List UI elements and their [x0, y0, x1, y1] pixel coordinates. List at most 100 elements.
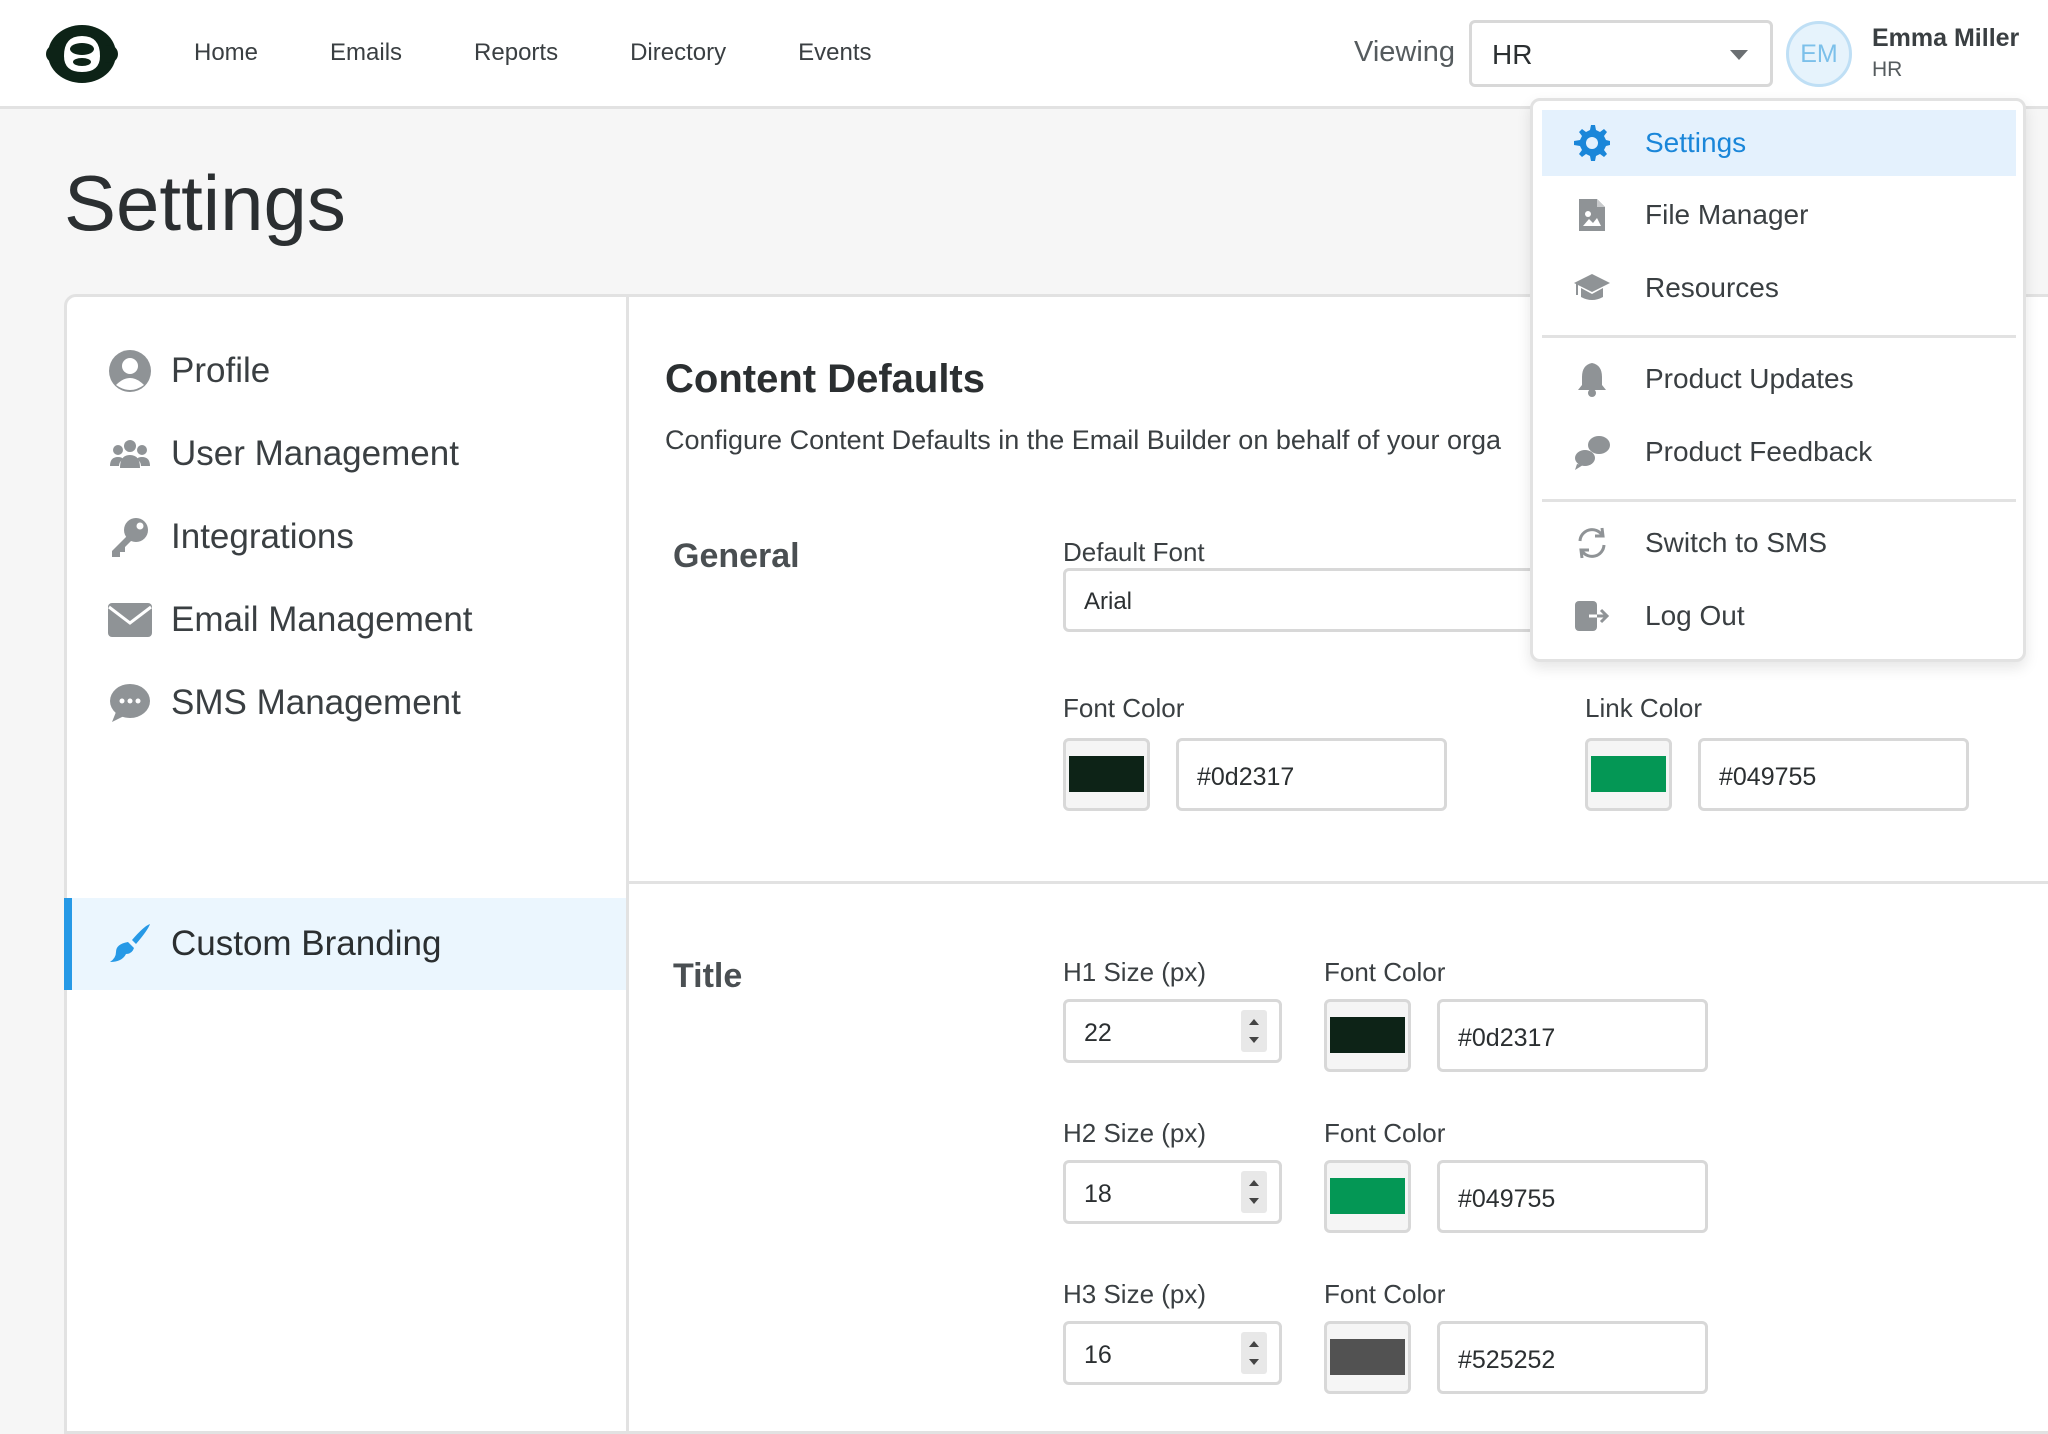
logo-icon[interactable]: [44, 22, 120, 86]
menu-divider: [1542, 499, 2016, 502]
general-group-title: General: [673, 537, 800, 575]
menu-item-label: Settings: [1645, 127, 1747, 158]
h3-color-swatch[interactable]: [1324, 1321, 1411, 1394]
section-divider: [629, 881, 2048, 884]
h3-size-value: 16: [1084, 1341, 1112, 1369]
user-org: HR: [1872, 58, 1903, 81]
h1-font-color-label: Font Color: [1324, 957, 1446, 987]
title-group-title: Title: [673, 957, 743, 995]
menu-item-settings[interactable]: Settings: [1542, 110, 2016, 176]
user-circle-icon: [107, 348, 153, 394]
h1-color-swatch[interactable]: [1324, 999, 1411, 1072]
default-font-value: Arial: [1084, 588, 1133, 615]
menu-item-file-manager[interactable]: File Manager: [1542, 182, 2016, 248]
menu-item-label: Switch to SMS: [1645, 527, 1828, 558]
color-fill: [1591, 756, 1666, 792]
nav-events[interactable]: Events: [798, 39, 871, 67]
graduation-cap-icon: [1572, 268, 1612, 308]
envelope-icon: [107, 597, 153, 643]
sidebar-item-sms-management[interactable]: SMS Management: [67, 657, 626, 749]
number-stepper[interactable]: [1241, 1332, 1267, 1374]
font-color-input[interactable]: #0d2317: [1176, 738, 1447, 811]
h1-size-value: 22: [1084, 1019, 1112, 1047]
menu-item-product-updates[interactable]: Product Updates: [1542, 346, 2016, 412]
sidebar-item-label: SMS Management: [171, 683, 461, 722]
font-color-value: #0d2317: [1197, 763, 1295, 791]
h2-size-value: 18: [1084, 1180, 1112, 1208]
viewing-select-value: HR: [1492, 39, 1533, 70]
h1-size-label: H1 Size (px): [1063, 957, 1207, 987]
menu-item-resources[interactable]: Resources: [1542, 255, 2016, 321]
font-color-label: Font Color: [1063, 693, 1185, 723]
logout-icon: [1572, 596, 1612, 636]
default-font-select[interactable]: Arial: [1063, 568, 1563, 632]
sidebar-item-profile[interactable]: Profile: [67, 325, 626, 417]
section-description: Configure Content Defaults in the Email …: [665, 425, 1501, 455]
refresh-icon: [1572, 523, 1612, 563]
sidebar-item-label: Profile: [171, 351, 271, 390]
menu-item-label: File Manager: [1645, 199, 1809, 230]
color-fill: [1330, 1178, 1405, 1214]
h2-color-value: #049755: [1458, 1185, 1556, 1213]
sidebar-item-label: User Management: [171, 434, 459, 473]
nav-home[interactable]: Home: [194, 39, 258, 67]
h2-font-color-label: Font Color: [1324, 1118, 1446, 1148]
section-title: Content Defaults: [665, 357, 985, 401]
h2-color-input[interactable]: #049755: [1437, 1160, 1708, 1233]
chevron-down-icon: [1730, 50, 1748, 60]
sidebar-item-custom-branding[interactable]: Custom Branding: [64, 898, 626, 990]
viewing-select[interactable]: HR: [1469, 20, 1773, 87]
avatar[interactable]: EM: [1786, 21, 1852, 87]
key-icon: [107, 514, 153, 560]
color-fill: [1330, 1017, 1405, 1053]
link-color-label: Link Color: [1585, 693, 1703, 723]
menu-item-switch-to-sms[interactable]: Switch to SMS: [1542, 510, 2016, 576]
menu-item-log-out[interactable]: Log Out: [1542, 583, 2016, 649]
menu-divider: [1542, 335, 2016, 338]
users-icon: [107, 431, 153, 477]
default-font-label: Default Font: [1063, 537, 1205, 567]
nav-directory[interactable]: Directory: [630, 39, 726, 67]
main-nav: Home Emails Reports Directory Events: [194, 0, 943, 106]
h3-font-color-label: Font Color: [1324, 1279, 1446, 1309]
menu-item-product-feedback[interactable]: Product Feedback: [1542, 419, 2016, 485]
menu-item-label: Resources: [1645, 272, 1779, 303]
menu-item-label: Product Feedback: [1645, 436, 1873, 467]
h2-size-label: H2 Size (px): [1063, 1118, 1207, 1148]
h2-color-swatch[interactable]: [1324, 1160, 1411, 1233]
sidebar-item-label: Email Management: [171, 600, 473, 639]
chat-bubble-icon: [107, 680, 153, 726]
h1-color-input[interactable]: #0d2317: [1437, 999, 1708, 1072]
number-stepper[interactable]: [1241, 1171, 1267, 1213]
h3-size-input[interactable]: 16: [1063, 1321, 1282, 1385]
page-title: Settings: [64, 159, 346, 247]
bell-icon: [1572, 359, 1612, 399]
number-stepper[interactable]: [1241, 1010, 1267, 1052]
sidebar-item-label: Integrations: [171, 517, 354, 556]
nav-emails[interactable]: Emails: [330, 39, 402, 67]
font-color-swatch[interactable]: [1063, 738, 1150, 811]
user-dropdown-menu: Settings File Manager Resources Product …: [1530, 98, 2026, 662]
h2-size-input[interactable]: 18: [1063, 1160, 1282, 1224]
user-name[interactable]: Emma Miller: [1872, 24, 2019, 53]
menu-item-label: Log Out: [1645, 600, 1745, 631]
viewing-label: Viewing: [1354, 36, 1456, 68]
h3-color-input[interactable]: #525252: [1437, 1321, 1708, 1394]
h3-size-label: H3 Size (px): [1063, 1279, 1207, 1309]
nav-reports[interactable]: Reports: [474, 39, 558, 67]
color-fill: [1069, 756, 1144, 792]
color-fill: [1330, 1339, 1405, 1375]
link-color-swatch[interactable]: [1585, 738, 1672, 811]
file-image-icon: [1572, 195, 1612, 235]
feedback-bubbles-icon: [1572, 432, 1612, 472]
link-color-input[interactable]: #049755: [1698, 738, 1969, 811]
h1-size-input[interactable]: 22: [1063, 999, 1282, 1063]
gear-icon: [1572, 123, 1612, 163]
settings-sidebar: Profile User Management Integrations Ema…: [64, 297, 629, 1431]
menu-item-label: Product Updates: [1645, 363, 1854, 394]
sidebar-item-email-management[interactable]: Email Management: [67, 574, 626, 666]
sidebar-item-user-management[interactable]: User Management: [67, 408, 626, 500]
sidebar-item-integrations[interactable]: Integrations: [67, 491, 626, 583]
h3-color-value: #525252: [1458, 1346, 1556, 1374]
paintbrush-icon: [107, 921, 153, 967]
